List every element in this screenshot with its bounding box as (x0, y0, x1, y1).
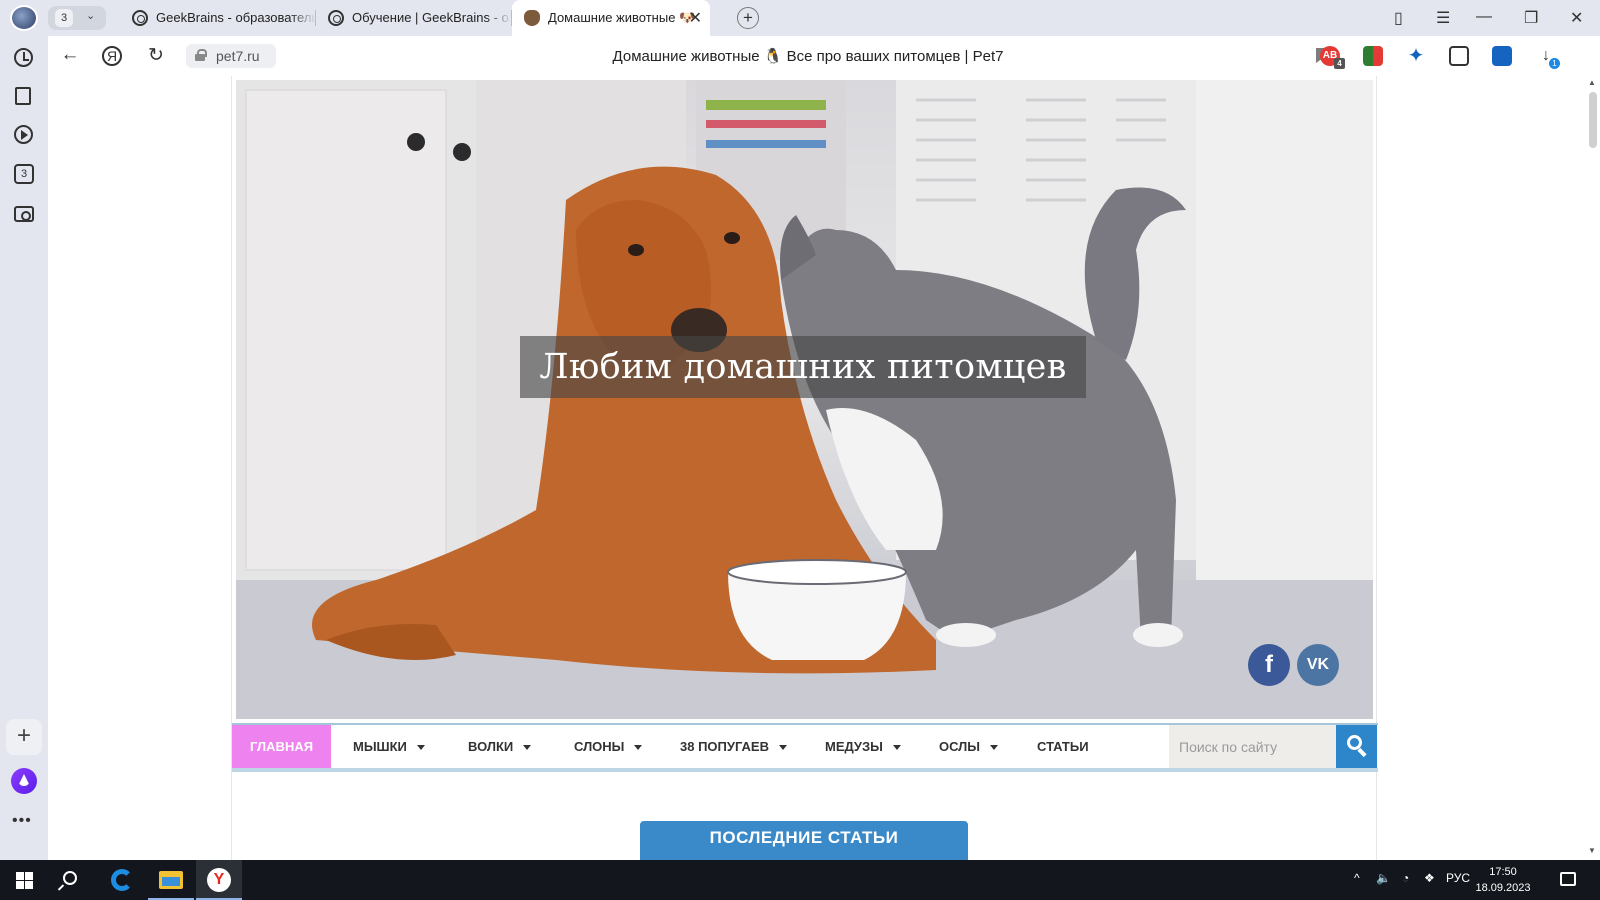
menu-item-label: ВОЛКИ (468, 739, 514, 754)
explorer-taskbar-button[interactable] (148, 860, 194, 900)
tray-chevron-icon[interactable]: ^ (1354, 871, 1360, 885)
extension-icon[interactable] (1363, 46, 1383, 66)
tab-count: 3 (55, 9, 73, 27)
tab-strip: 3 ⌄ GeekBrains - образовательн Обучение … (0, 0, 1600, 36)
menu-item-parrots[interactable]: 38 ПОПУГАЕВ (680, 725, 787, 768)
file-explorer-icon (159, 871, 183, 889)
notes-icon[interactable] (15, 87, 31, 105)
close-window-icon[interactable]: ✕ (1570, 8, 1583, 28)
close-tab-icon[interactable]: ✕ (689, 8, 702, 28)
downloads-icon[interactable]: ↓ 1 (1536, 46, 1560, 69)
notifications-icon[interactable] (1560, 872, 1576, 886)
network-icon[interactable]: ◔ (1402, 871, 1409, 885)
url-field[interactable]: pet7.ru (186, 44, 276, 68)
caret-down-icon (778, 745, 787, 751)
scroll-down-icon[interactable]: ▼ (1588, 846, 1596, 855)
back-icon[interactable]: ← (58, 44, 82, 66)
clock-date: 18.09.2023 (1475, 882, 1531, 894)
facebook-button[interactable]: f (1248, 644, 1290, 686)
hero-title: Любим домашних питомцев (520, 336, 1086, 398)
latest-articles-button[interactable]: ПОСЛЕДНИЕ СТАТЬИ (640, 821, 968, 860)
adblock-badge: 4 (1334, 58, 1345, 69)
web-page: Любим домашних питомцев f VK ГЛАВНАЯ МЫШ… (48, 76, 1584, 860)
caret-down-icon (892, 745, 901, 751)
menu-item-elephants[interactable]: СЛОНЫ (574, 725, 643, 768)
yandex-browser-icon: Y (207, 868, 231, 892)
url-host: pet7.ru (216, 48, 260, 64)
taskbar-search-icon[interactable] (63, 871, 77, 885)
minimize-icon[interactable]: — (1476, 8, 1492, 26)
menu-item-label: СТАТЬИ (1037, 739, 1089, 754)
browser-sidebar: 3 + ••• (0, 36, 48, 860)
menu-item-label: ОСЛЫ (939, 739, 981, 754)
volume-icon[interactable]: 🔈 (1376, 871, 1391, 885)
yandex-icon[interactable]: Я (102, 46, 122, 66)
menu-item-label: МЕДУЗЫ (825, 739, 883, 754)
hero-photo (236, 80, 1373, 719)
scroll-thumb[interactable] (1589, 92, 1597, 148)
geekbrains-icon (328, 10, 344, 26)
site-container: Любим домашних питомцев f VK ГЛАВНАЯ МЫШ… (231, 76, 1378, 860)
search-input[interactable] (1169, 725, 1336, 768)
taskbar-clock[interactable]: 17:50 18.09.2023 (1471, 864, 1535, 896)
tab-counter-button[interactable]: 3 ⌄ (48, 6, 106, 30)
downloads-badge: 1 (1549, 58, 1560, 69)
edge-icon (111, 869, 133, 891)
vertical-scrollbar[interactable]: ▲ ▼ (1584, 76, 1600, 860)
tab-manager-icon[interactable]: ▯ (1394, 8, 1403, 28)
dropbox-icon[interactable]: ❖ (1424, 871, 1435, 885)
address-bar: Домашние животные 🐧 Все про ваших питомц… (48, 36, 1600, 76)
search-button[interactable] (1336, 725, 1377, 768)
caret-down-icon (416, 745, 425, 751)
scroll-up-icon[interactable]: ▲ (1588, 78, 1596, 87)
pet7-icon (524, 10, 540, 26)
menu-item-wolves[interactable]: ВОЛКИ (468, 725, 532, 768)
windows-start-icon[interactable] (16, 872, 33, 889)
acrobat-icon[interactable]: ✦ (1406, 46, 1426, 66)
clock-time: 17:50 (1489, 866, 1517, 878)
screenshot-icon[interactable] (14, 206, 34, 222)
video-icon[interactable] (14, 125, 33, 144)
menu-item-mice[interactable]: МЫШКИ (353, 725, 425, 768)
hero-banner: Любим домашних питомцев f VK (236, 80, 1373, 719)
menu-item-label: МЫШКИ (353, 739, 407, 754)
caret-down-icon (523, 745, 532, 751)
yandex-taskbar-button[interactable]: Y (196, 860, 242, 900)
language-indicator[interactable]: РУС (1446, 871, 1470, 885)
tab-pet7[interactable]: Домашние животные 🐶 ✕ (512, 0, 710, 36)
clipboard-icon[interactable] (1449, 46, 1469, 66)
tab-geekbrains-2[interactable]: Обучение | GeekBrains - о (316, 0, 512, 36)
adblock-icon[interactable]: AB 4 (1320, 46, 1345, 69)
edge-taskbar-button[interactable] (99, 860, 145, 900)
menu-item-home[interactable]: ГЛАВНАЯ (232, 725, 332, 768)
more-icon[interactable]: ••• (12, 812, 32, 830)
reload-icon[interactable]: ↻ (144, 44, 168, 67)
menu-item-donkeys[interactable]: ОСЛЫ (939, 725, 999, 768)
new-tab-button[interactable]: + (737, 7, 759, 29)
tab-geekbrains-1[interactable]: GeekBrains - образовательн (120, 0, 316, 36)
alice-assistant-icon[interactable] (11, 768, 37, 794)
restore-icon[interactable]: ❐ (1524, 8, 1538, 28)
vk-button[interactable]: VK (1297, 644, 1339, 686)
menu-item-label: СЛОНЫ (574, 739, 625, 754)
add-sidebar-item-button[interactable]: + (6, 719, 42, 755)
profile-avatar[interactable] (10, 5, 38, 31)
menu-item-articles[interactable]: СТАТЬИ (1037, 725, 1089, 768)
site-search (1169, 725, 1336, 768)
history-icon[interactable] (14, 48, 33, 67)
menu-item-label: 38 ПОПУГАЕВ (680, 739, 769, 754)
caret-down-icon (634, 745, 643, 751)
caret-down-icon (990, 745, 999, 751)
geekbrains-icon (132, 10, 148, 26)
main-menu: ГЛАВНАЯ МЫШКИ ВОЛКИ СЛОНЫ 38 ПОПУГАЕВ МЕ… (232, 723, 1378, 772)
menu-item-label: ГЛАВНАЯ (250, 739, 314, 754)
tab-title: Домашние животные 🐶 (548, 10, 696, 25)
menu-icon[interactable]: ☰ (1436, 8, 1450, 28)
lock-icon (195, 49, 207, 61)
windows-taskbar: Y ^ 🔈 ◔ ❖ РУС 17:50 18.09.2023 (0, 860, 1600, 900)
tabs-3-icon[interactable]: 3 (14, 164, 34, 184)
chevron-down-icon: ⌄ (86, 10, 96, 22)
account-icon[interactable] (1492, 46, 1512, 66)
menu-item-jellyfish[interactable]: МЕДУЗЫ (825, 725, 901, 768)
